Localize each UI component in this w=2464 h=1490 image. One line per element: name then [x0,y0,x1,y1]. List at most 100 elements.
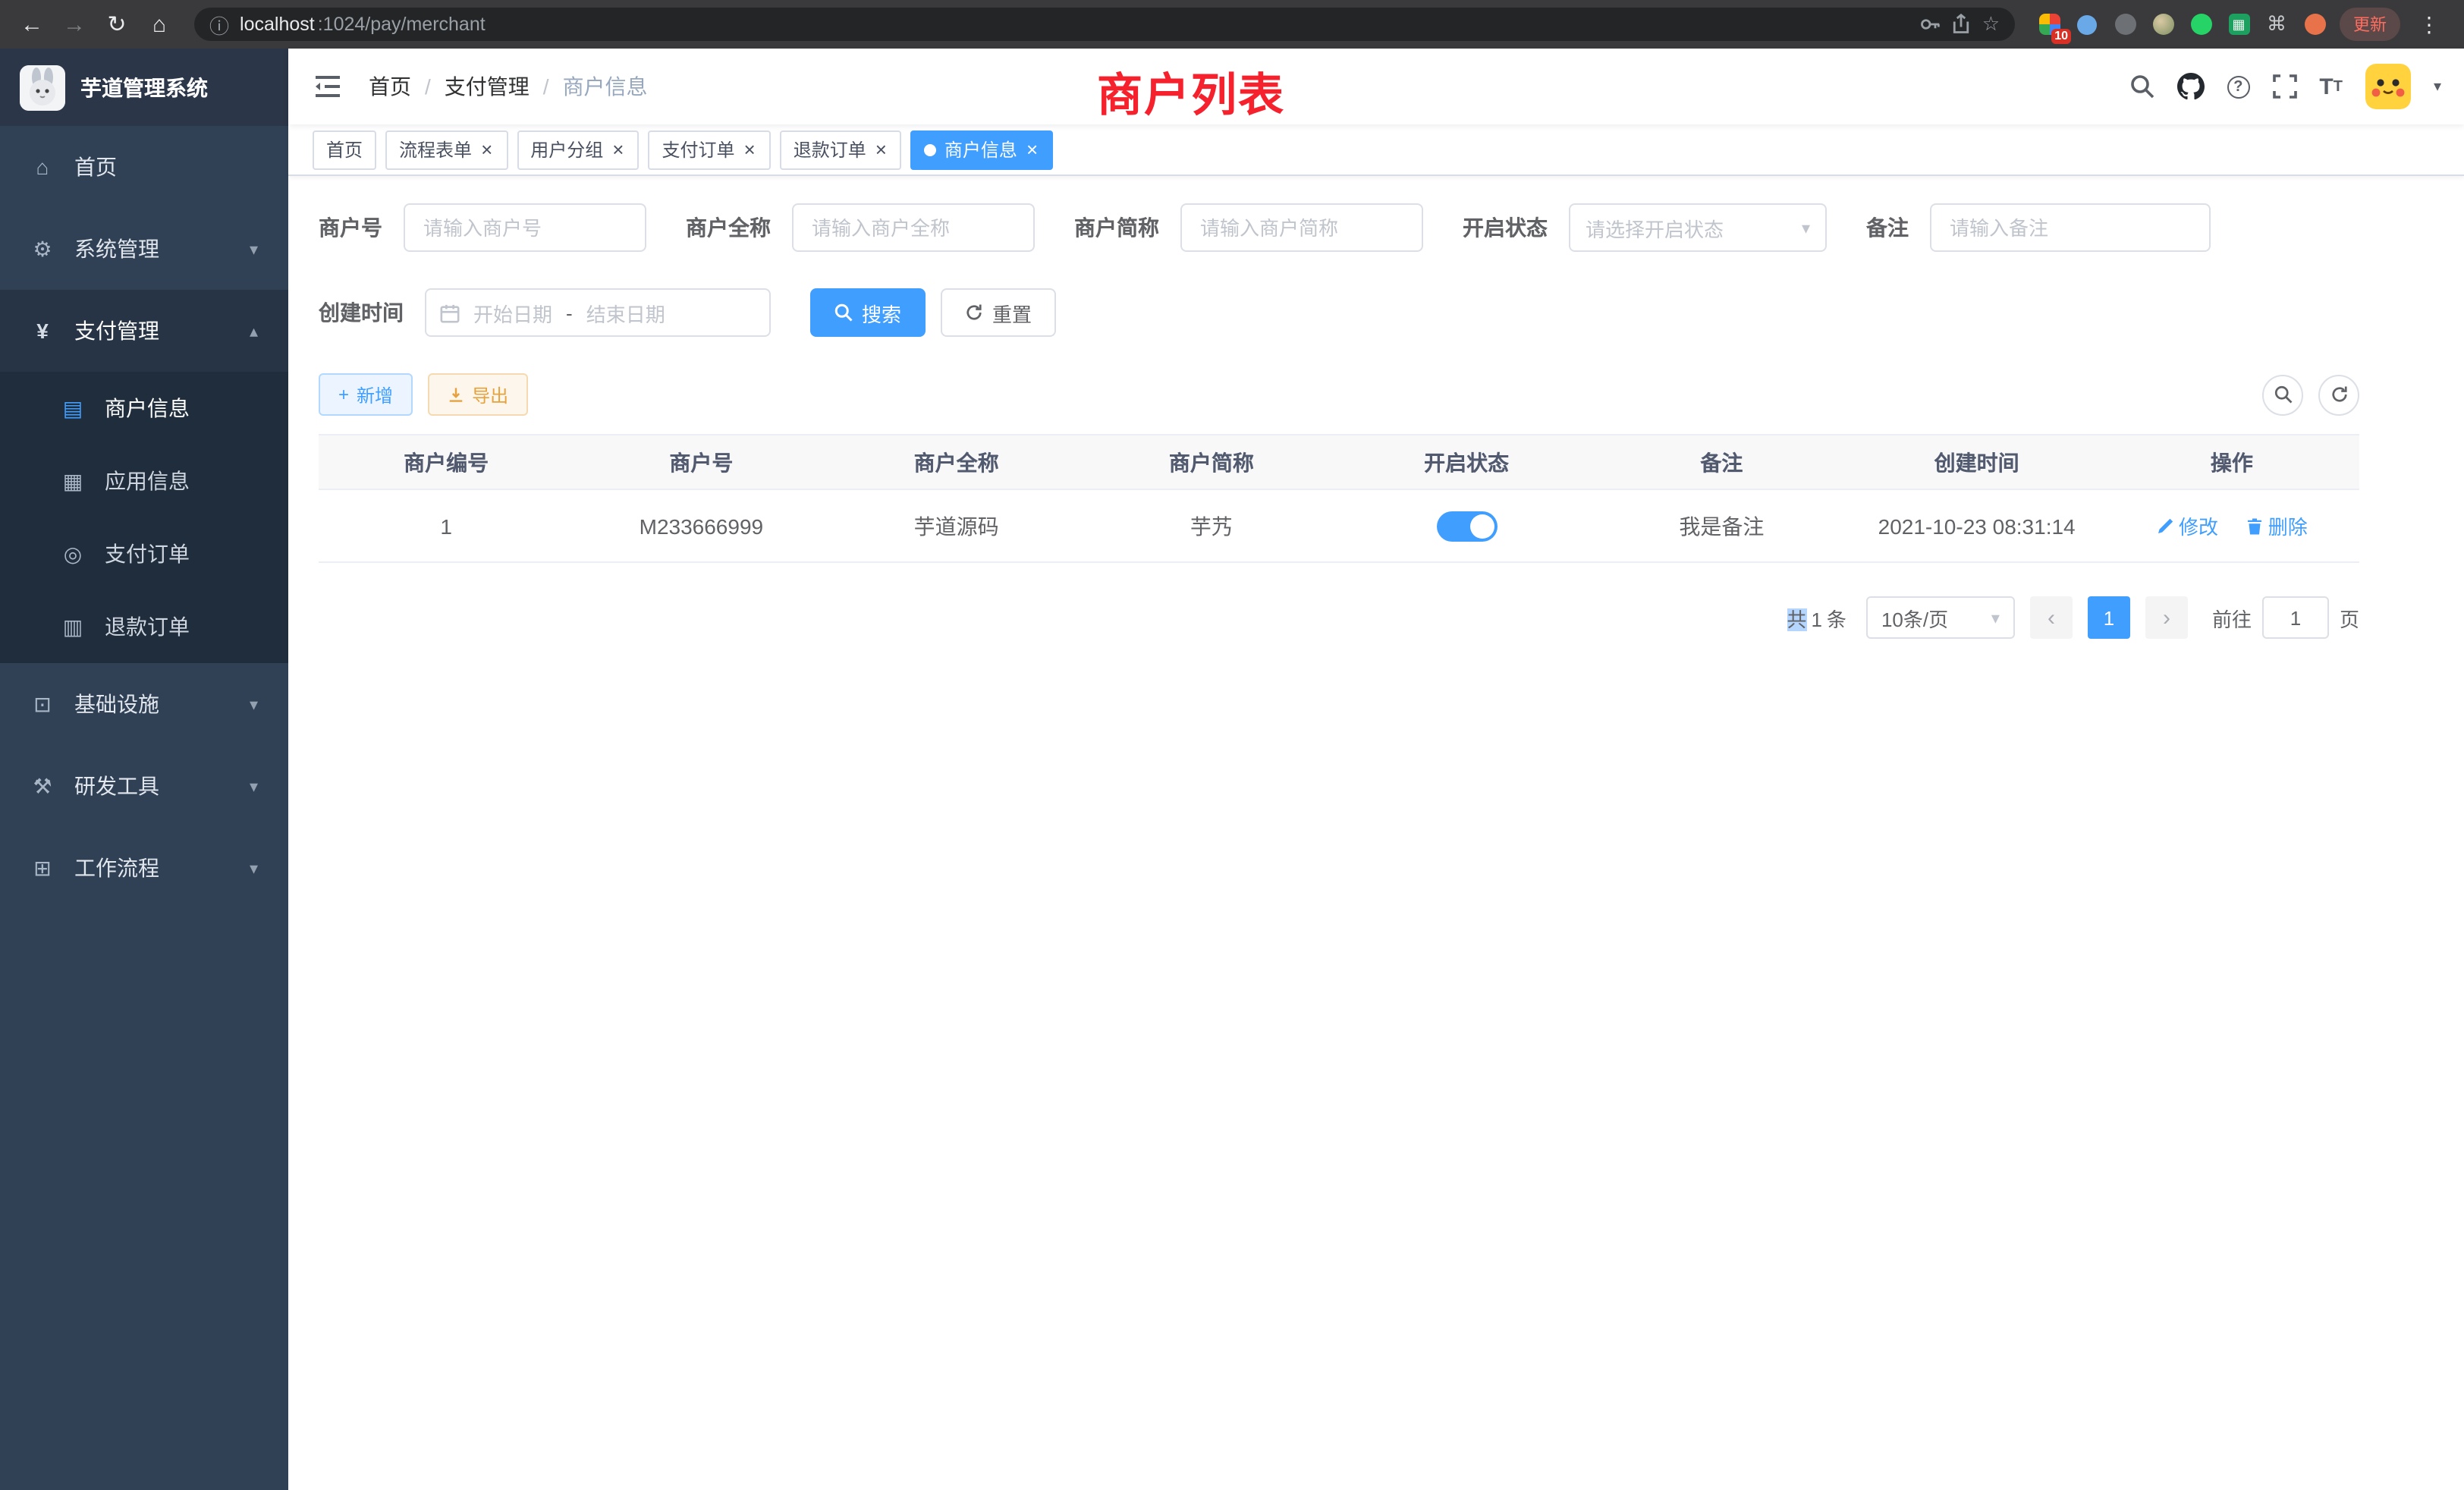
share-icon[interactable] [1952,14,1972,35]
extension-orange-icon[interactable] [2302,11,2327,37]
toggle-search-icon[interactable] [2262,374,2303,415]
font-size-large: T [2319,74,2333,99]
extension-avatar-icon[interactable] [2150,11,2176,37]
extension-drop-icon[interactable] [2074,11,2100,37]
search-button[interactable]: 搜索 [810,288,926,337]
table-head: 商户编号 商户号 商户全称 商户简称 开启状态 备注 创建时间 操作 [319,435,2359,489]
browser-home-icon[interactable]: ⌂ [140,5,179,44]
sidebar-item-system[interactable]: ⚙ 系统管理 ▾ [0,208,288,290]
page-size-select[interactable]: 10条/页 ▾ [1866,596,2015,639]
password-key-icon[interactable] [1920,14,1941,35]
breadcrumb: 首页 / 支付管理 / 商户信息 [369,71,648,102]
short-name-input[interactable] [1180,203,1423,252]
extension-knot-icon[interactable]: ⌘ [2264,11,2290,37]
avatar-glyph [2152,14,2173,35]
address-bar[interactable]: ⓘ localhost:1024/pay/merchant ☆ [194,8,2015,41]
bookmark-star-icon[interactable]: ☆ [1982,12,2000,36]
font-size-icon[interactable]: TT [2319,74,2343,99]
logo-rabbit-icon [20,64,65,110]
user-avatar[interactable] [2365,64,2411,109]
next-page-button[interactable]: › [2145,596,2188,639]
status-toggle[interactable] [1436,511,1497,541]
sidebar-item-home[interactable]: ⌂ 首页 [0,126,288,208]
help-icon[interactable]: ? [2227,75,2249,98]
close-icon[interactable]: × [479,140,494,159]
cell-actions: 修改 删除 [2104,489,2359,562]
sidebar-item-app-info[interactable]: ▦ 应用信息 [0,445,288,517]
tabs-bar: 首页 流程表单 × 用户分组 × 支付订单 × [288,124,2464,176]
prev-page-button[interactable]: ‹ [2030,596,2073,639]
goto-page-input[interactable] [2262,596,2329,639]
date-start-placeholder: 开始日期 [473,298,552,327]
goto-unit: 页 [2340,603,2359,632]
close-icon[interactable]: × [611,140,625,159]
page-number-1[interactable]: 1 [2088,596,2130,639]
field-label: 商户简称 [1074,212,1159,243]
sidebar-item-refund-order[interactable]: ▥ 退款订单 [0,590,288,663]
status-select[interactable]: 请选择开启状态 ▾ [1569,203,1827,252]
merchant-table: 商户编号 商户号 商户全称 商户简称 开启状态 备注 创建时间 操作 1 [319,434,2359,563]
refresh-table-icon[interactable] [2318,374,2359,415]
close-icon[interactable]: × [743,140,757,159]
sidebar-item-label: 支付管理 [74,316,159,346]
pagination: 共1条 10条/页 ▾ ‹ 1 › 前往 页 [319,596,2359,639]
edit-link[interactable]: 修改 [2156,511,2218,540]
avatar-dropdown-icon[interactable]: ▾ [2434,78,2441,95]
breadcrumb-home[interactable]: 首页 [369,71,411,102]
col-actions: 操作 [2104,435,2359,489]
app-logo[interactable]: 芋道管理系统 [0,49,288,126]
fullscreen-icon[interactable] [2272,74,2296,99]
browser-menu-icon[interactable]: ⋮ [2412,11,2446,37]
export-button-label: 导出 [472,382,508,407]
extension-green-square-icon[interactable]: ▦ [2226,11,2252,37]
browser-forward-icon[interactable]: → [55,5,94,44]
delete-link[interactable]: 删除 [2246,511,2308,540]
calendar-icon [440,303,460,322]
browser-back-icon[interactable]: ← [12,5,52,44]
breadcrumb-payment[interactable]: 支付管理 [445,71,530,102]
sidebar-item-pay-order[interactable]: ◎ 支付订单 [0,517,288,590]
browser-update-button[interactable]: 更新 [2340,8,2400,41]
full-name-input[interactable] [792,203,1035,252]
tab-label: 支付订单 [662,137,734,162]
merchant-no-input[interactable] [404,203,646,252]
remark-input[interactable] [1930,203,2211,252]
github-icon[interactable] [2176,73,2204,100]
devtools-icon: ⚒ [30,773,55,799]
breadcrumb-current: 商户信息 [563,71,648,102]
date-range-picker[interactable]: 开始日期 - 结束日期 [425,288,771,337]
search-icon[interactable] [2129,74,2154,99]
tab-process-form[interactable]: 流程表单 × [385,130,508,169]
sidebar-item-devtools[interactable]: ⚒ 研发工具 ▾ [0,745,288,827]
chevron-down-icon: ▾ [250,694,258,714]
page-size-value: 10条/页 [1881,603,1948,632]
browser-refresh-icon[interactable]: ↻ [97,5,137,44]
sidebar-item-merchant-info[interactable]: ▤ 商户信息 [0,372,288,445]
tab-user-group[interactable]: 用户分组 × [517,130,639,169]
reset-button[interactable]: 重置 [941,288,1056,337]
close-icon[interactable]: × [874,140,888,159]
header-row: 商户编号 商户号 商户全称 商户简称 开启状态 备注 创建时间 操作 [319,435,2359,489]
sidebar-item-payment[interactable]: ¥ 支付管理 ▴ [0,290,288,372]
workflow-icon: ⊞ [30,855,55,881]
site-info-icon[interactable]: ⓘ [209,10,229,39]
field-label: 开启状态 [1463,212,1548,243]
sidebar-item-workflow[interactable]: ⊞ 工作流程 ▾ [0,827,288,909]
tab-home[interactable]: 首页 [313,130,376,169]
add-button[interactable]: + 新增 [319,373,413,416]
active-dot [925,143,937,156]
extension-green-circle-icon[interactable] [2188,11,2214,37]
sidebar-item-infrastructure[interactable]: ⊡ 基础设施 ▾ [0,663,288,745]
tab-pay-order[interactable]: 支付订单 × [648,130,770,169]
extension-colorful-icon[interactable]: 10 [2036,11,2062,37]
extension-dark-icon[interactable] [2112,11,2138,37]
tab-merchant-info[interactable]: 商户信息 × [911,130,1053,169]
tab-refund-order[interactable]: 退款订单 × [780,130,902,169]
col-merchant-no: 商户号 [574,435,828,489]
field-label: 备注 [1866,212,1909,243]
close-icon[interactable]: × [1025,140,1039,159]
browser-chrome: ← → ↻ ⌂ ⓘ localhost:1024/pay/merchant ☆ … [0,0,2464,49]
hamburger-icon[interactable] [311,70,344,103]
export-button[interactable]: 导出 [428,373,528,416]
chevron-up-icon: ▴ [250,321,258,341]
